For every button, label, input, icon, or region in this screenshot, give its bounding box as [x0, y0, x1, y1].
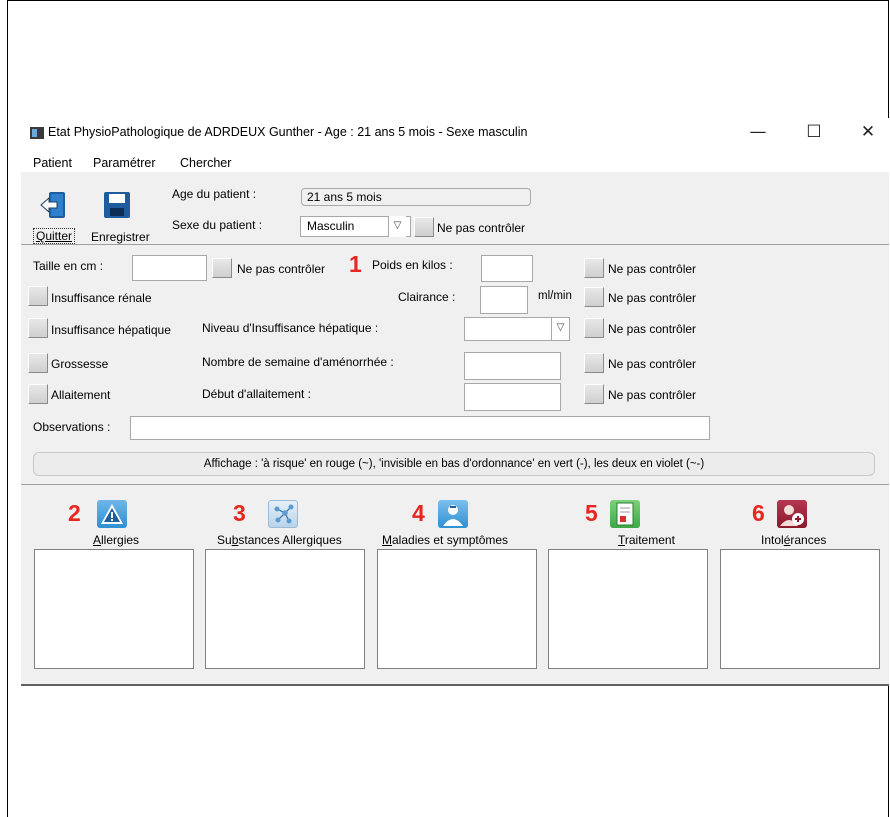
maximize-button[interactable]: ☐ [796, 120, 832, 146]
annotation-2: 2 [68, 500, 81, 526]
annotation-1: 1 [349, 251, 362, 277]
annotation-3: 3 [233, 500, 246, 526]
treatment-label[interactable]: Traitement [618, 533, 675, 547]
toolbar-separator [21, 244, 889, 245]
clearance-input[interactable] [480, 286, 528, 314]
minimize-button[interactable]: — [740, 120, 776, 146]
diseases-list[interactable] [377, 549, 537, 669]
hepatic-no-check-checkbox[interactable] [584, 318, 604, 338]
sex-dropdown-icon[interactable]: ▽ [388, 216, 406, 237]
quit-button[interactable]: Quitter [33, 228, 76, 244]
allergies-label-accel: A [93, 533, 102, 547]
age-label: Age du patient : [172, 187, 257, 201]
treatment-label-post: raitement [624, 533, 675, 547]
intolerances-label-post: rances [790, 533, 827, 547]
weeks-label: Nombre de semaine d'aménorrhée : [202, 355, 394, 369]
warning-icon[interactable] [97, 500, 127, 528]
display-legend-banner: Affichage : 'à risque' en rouge (~), 'in… [33, 452, 875, 476]
height-no-check-checkbox[interactable] [212, 258, 232, 278]
pregnancy-no-check-checkbox[interactable] [584, 353, 604, 373]
substances-label-pre: Su [217, 533, 232, 547]
sex-label: Sexe du patient : [172, 218, 263, 232]
window-title: Etat PhysioPathologique de ADRDEUX Gunth… [48, 125, 528, 139]
allergies-label[interactable]: Allergies [93, 533, 139, 547]
menu-chercher[interactable]: Chercher [180, 156, 231, 170]
window-bottom-border [21, 684, 889, 686]
diseases-label-post: aladies et symptômes [392, 533, 509, 547]
molecule-icon[interactable] [268, 500, 298, 528]
hepatic-dropdown-icon[interactable]: ▽ [551, 318, 569, 340]
pregnancy-checkbox[interactable] [28, 353, 48, 373]
treatment-label-accel: T [618, 533, 625, 547]
quit-label: Quitter [36, 229, 73, 243]
weight-input[interactable] [481, 255, 533, 282]
breastfeeding-start-label: Début d'allaitement : [202, 387, 312, 401]
sex-no-check-checkbox[interactable] [414, 217, 434, 237]
pregnancy-label: Grossesse [51, 357, 109, 371]
age-field: 21 ans 5 mois [301, 188, 531, 206]
diseases-label[interactable]: Maladies et symptômes [382, 533, 508, 547]
lower-separator [21, 484, 889, 485]
allergies-label-post: llergies [101, 533, 140, 547]
annotation-6: 6 [752, 500, 765, 526]
height-input[interactable] [132, 255, 207, 281]
observations-label: Observations : [33, 420, 111, 434]
sex-no-check-label: Ne pas contrôler [437, 221, 526, 235]
height-label: Taille en cm : [33, 259, 104, 273]
weight-no-check-checkbox[interactable] [584, 258, 604, 278]
annotation-5: 5 [585, 500, 598, 526]
sex-value: Masculin [307, 219, 355, 233]
save-button[interactable]: Enregistrer [91, 230, 150, 244]
weight-label: Poids en kilos : [372, 258, 453, 272]
pregnancy-no-check-label: Ne pas contrôler [608, 357, 697, 371]
hepatic-label: Insuffisance hépatique [51, 323, 171, 337]
observations-input[interactable] [130, 416, 710, 440]
breastfeeding-no-check-checkbox[interactable] [584, 384, 604, 404]
hepatic-level-label: Niveau d'Insuffisance hépatique : [202, 321, 379, 335]
menu-parametrer[interactable]: Paramétrer [93, 156, 156, 170]
substances-list[interactable] [205, 549, 365, 669]
clearance-no-check-label: Ne pas contrôler [608, 291, 697, 305]
breastfeeding-start-input[interactable] [464, 383, 561, 411]
renal-label: Insuffisance rénale [51, 291, 152, 305]
breastfeeding-label: Allaitement [51, 388, 111, 402]
clearance-no-check-checkbox[interactable] [584, 287, 604, 307]
patient-icon[interactable] [438, 500, 468, 528]
renal-checkbox[interactable] [28, 286, 48, 306]
quit-icon[interactable] [38, 190, 68, 220]
hepatic-checkbox[interactable] [28, 318, 48, 338]
weeks-input[interactable] [464, 352, 561, 380]
prescription-icon[interactable] [610, 500, 640, 528]
diseases-label-accel: M [382, 533, 392, 547]
menu-patient[interactable]: Patient [33, 156, 72, 170]
close-button[interactable]: ✕ [850, 120, 886, 146]
clearance-unit: ml/min [538, 290, 572, 302]
breastfeeding-no-check-label: Ne pas contrôler [608, 388, 697, 402]
hepatic-no-check-label: Ne pas contrôler [608, 322, 697, 336]
intolerances-list[interactable] [720, 549, 880, 669]
height-no-check-label: Ne pas contrôler [237, 262, 326, 276]
save-icon[interactable] [102, 190, 132, 220]
treatment-list[interactable] [548, 549, 708, 669]
breastfeeding-checkbox[interactable] [28, 384, 48, 404]
intolerances-label[interactable]: Intolérances [761, 533, 826, 547]
substances-label-post: stances Allergiques [238, 533, 342, 547]
annotation-4: 4 [412, 500, 425, 526]
intolerances-label-pre: Intol [761, 533, 784, 547]
allergies-list[interactable] [34, 549, 194, 669]
substances-label[interactable]: Substances Allergiques [217, 533, 342, 547]
weight-no-check-label: Ne pas contrôler [608, 262, 697, 276]
app-icon [30, 127, 44, 139]
intolerance-icon[interactable] [777, 500, 807, 528]
clearance-label: Clairance : [398, 290, 456, 304]
